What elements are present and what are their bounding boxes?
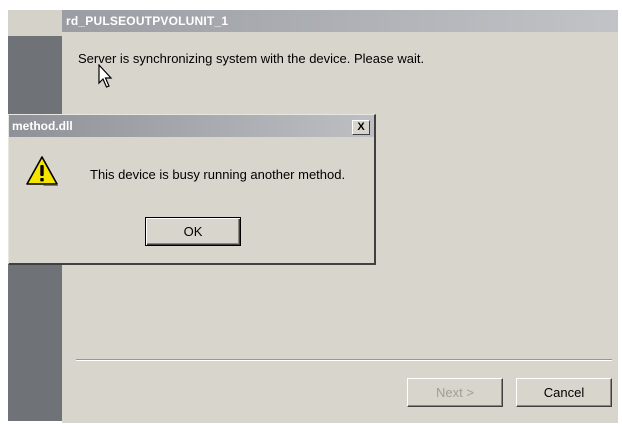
method-dll-dialog: method.dll X This device is busy running… — [8, 114, 376, 265]
dialog-close-button[interactable]: X — [352, 120, 370, 135]
background-window-strip — [8, 10, 62, 36]
mouse-cursor-icon — [98, 64, 113, 88]
close-icon: X — [357, 121, 365, 133]
wizard-status-message: Server is synchronizing system with the … — [78, 51, 425, 66]
cancel-button[interactable]: Cancel — [516, 378, 612, 407]
wizard-separator — [76, 359, 612, 361]
next-button[interactable]: Next > — [407, 378, 503, 407]
ok-button[interactable]: OK — [145, 217, 241, 246]
dialog-message: This device is busy running another meth… — [90, 167, 346, 182]
warning-icon — [26, 156, 58, 186]
dialog-titlebar[interactable]: method.dll — [9, 115, 374, 137]
wizard-titlebar[interactable]: rd_PULSEOUTPVOLUNIT_1 — [62, 10, 618, 32]
